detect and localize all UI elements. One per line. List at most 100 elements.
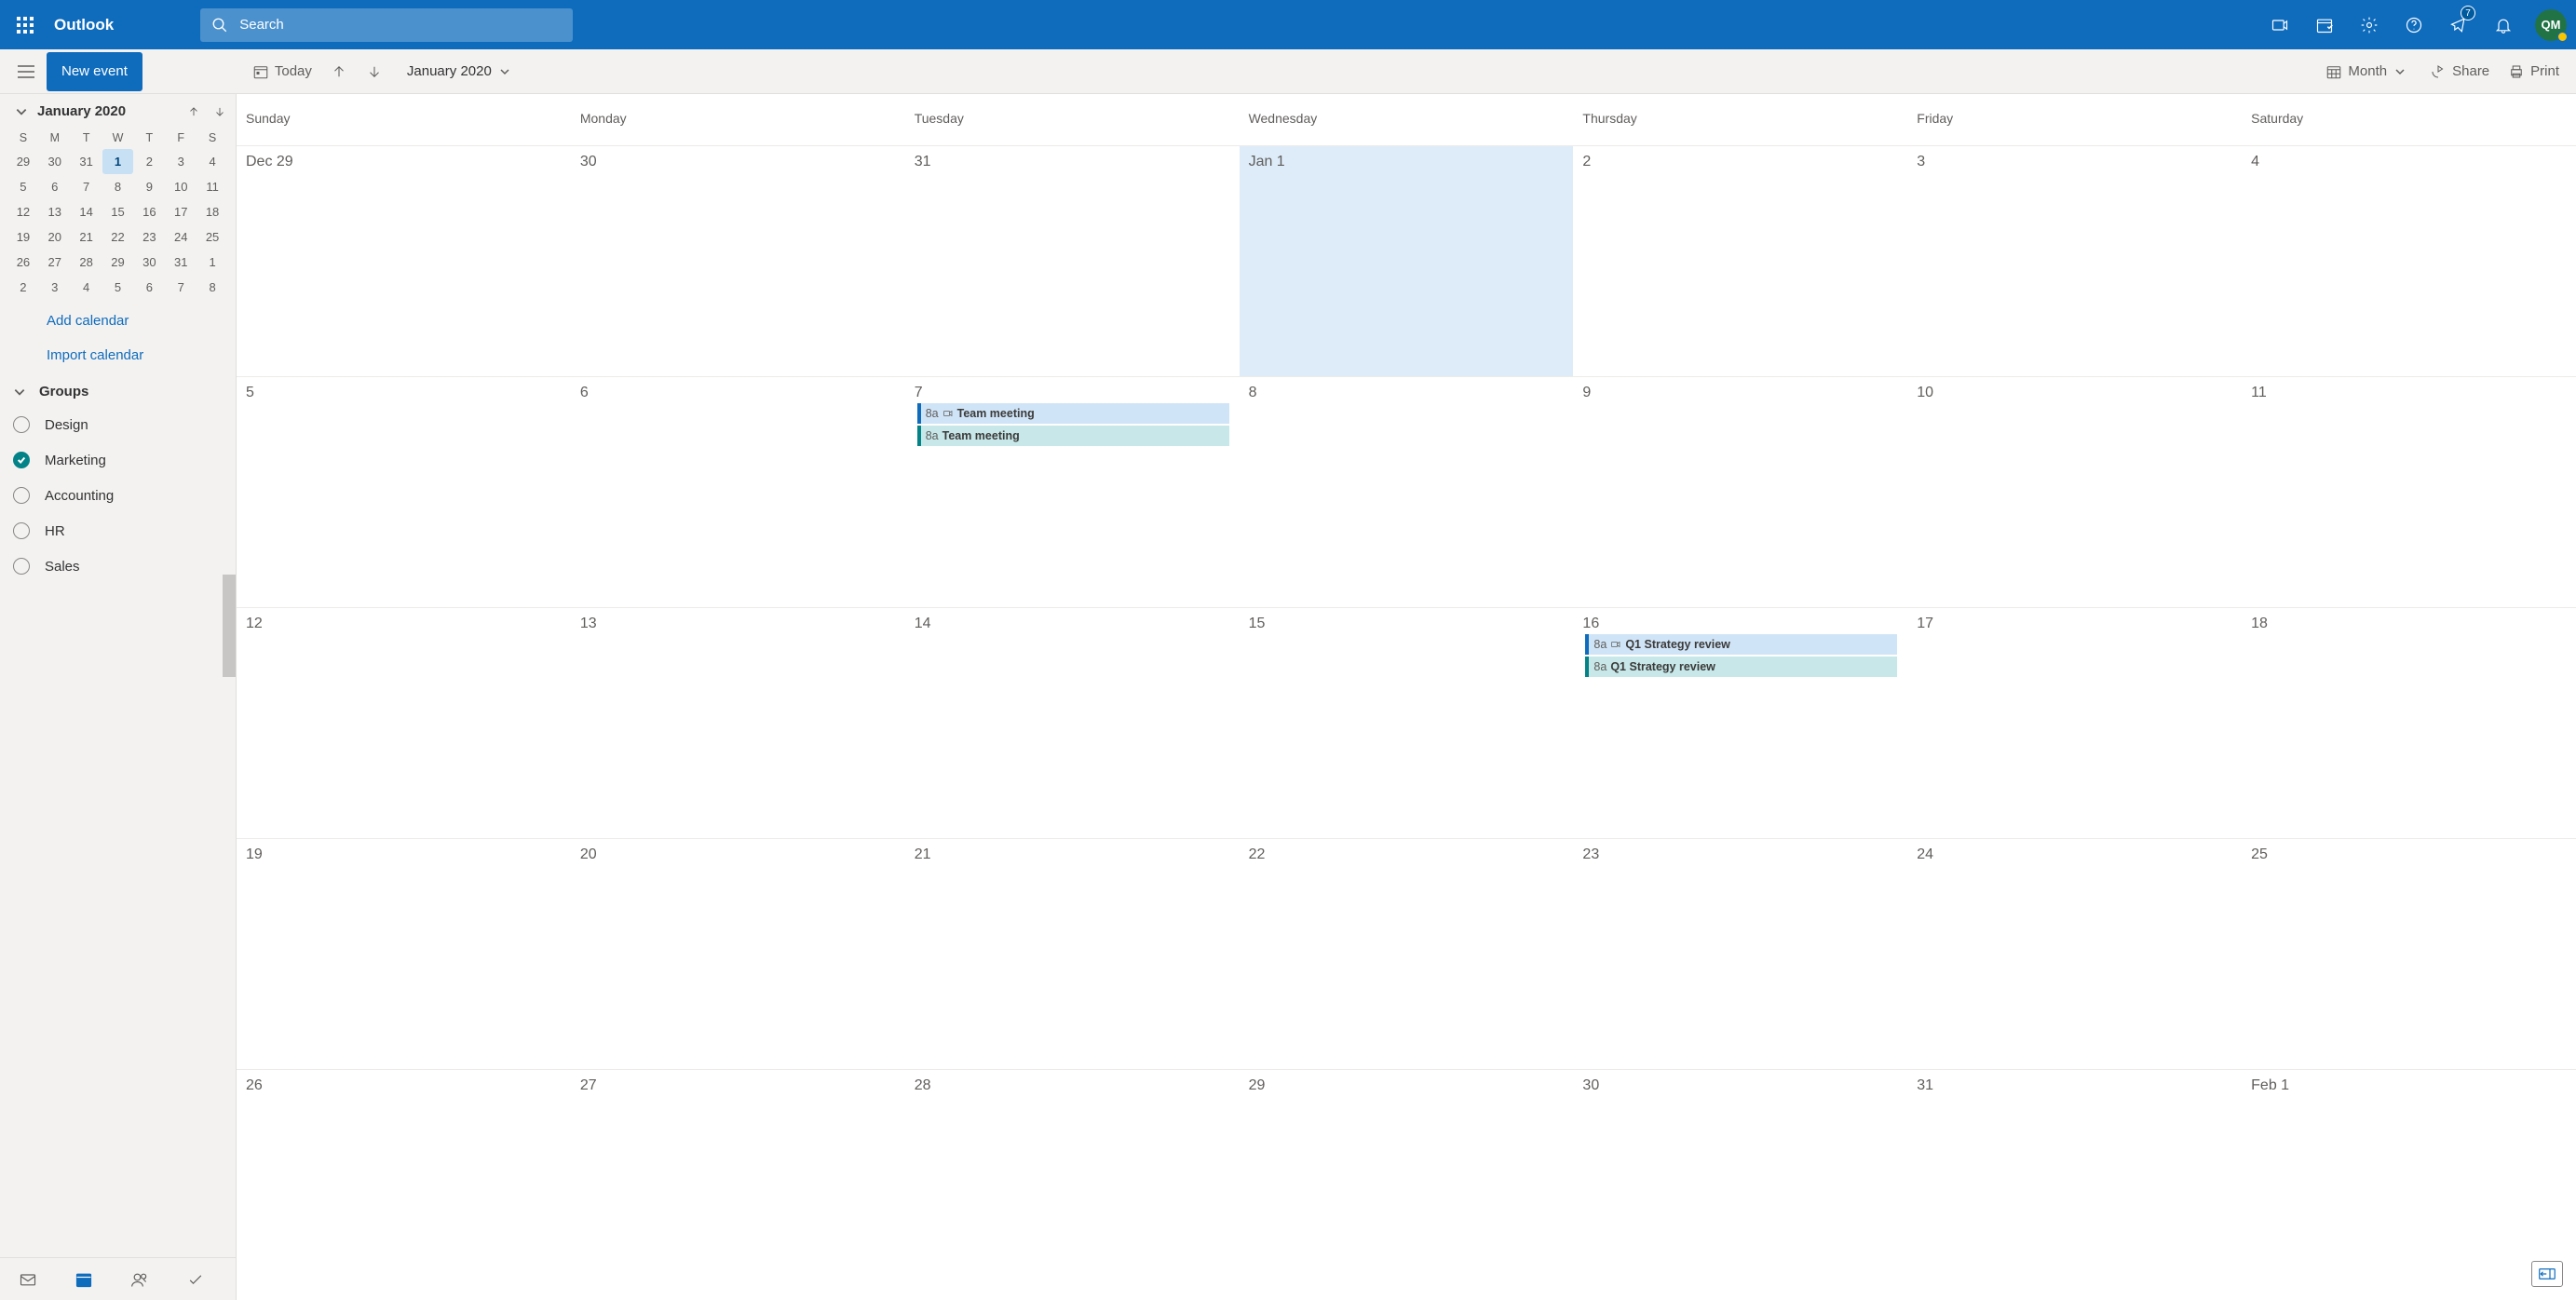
calendar-list-item[interactable]: HR <box>0 513 236 548</box>
search-box[interactable]: Search <box>200 8 573 42</box>
mini-cal-day[interactable]: 29 <box>7 149 39 174</box>
mini-cal-day[interactable]: 3 <box>165 149 197 174</box>
calendar-day-cell[interactable]: 22 <box>1240 839 1574 1069</box>
calendar-day-cell[interactable]: 4 <box>2242 146 2576 376</box>
mini-cal-day[interactable]: 4 <box>71 275 102 300</box>
print-button[interactable]: Print <box>2508 49 2559 93</box>
mini-cal-day[interactable]: 7 <box>165 275 197 300</box>
share-button[interactable]: Share <box>2430 49 2489 93</box>
mini-cal-day[interactable]: 25 <box>197 224 228 250</box>
people-module-icon[interactable] <box>130 1270 149 1289</box>
calendar-day-cell[interactable]: 15 <box>1240 608 1574 838</box>
view-mode-picker[interactable]: Month <box>2325 49 2411 93</box>
mini-cal-day[interactable]: 5 <box>7 174 39 199</box>
mini-cal-day[interactable]: 31 <box>71 149 102 174</box>
toggle-pane-button[interactable] <box>2531 1261 2563 1287</box>
mini-cal-day[interactable]: 2 <box>7 275 39 300</box>
import-calendar-link[interactable]: Import calendar <box>0 338 236 372</box>
calendar-day-cell[interactable]: 11 <box>2242 377 2576 607</box>
mini-cal-day[interactable]: 3 <box>39 275 71 300</box>
calendar-day-cell[interactable]: 3 <box>1907 146 2242 376</box>
mini-cal-day[interactable]: 6 <box>133 275 165 300</box>
month-picker[interactable]: January 2020 <box>407 63 510 79</box>
calendar-day-cell[interactable]: 31 <box>1907 1070 2242 1300</box>
mini-cal-day[interactable]: 12 <box>7 199 39 224</box>
calendar-day-cell[interactable]: 30 <box>1573 1070 1907 1300</box>
app-launcher-icon[interactable] <box>0 0 50 49</box>
mini-cal-day[interactable]: 18 <box>197 199 228 224</box>
calendar-toggle-icon[interactable] <box>13 558 30 575</box>
mini-cal-day[interactable]: 24 <box>165 224 197 250</box>
tasks-module-icon[interactable] <box>186 1270 205 1289</box>
mini-cal-day[interactable]: 26 <box>7 250 39 275</box>
calendar-day-cell[interactable]: 24 <box>1907 839 2242 1069</box>
calendar-day-cell[interactable]: 5 <box>237 377 571 607</box>
calendar-list-item[interactable]: Marketing <box>0 442 236 478</box>
mini-cal-next-icon[interactable] <box>213 105 226 118</box>
settings-icon[interactable] <box>2347 0 2392 49</box>
mini-cal-day[interactable]: 30 <box>39 149 71 174</box>
mini-cal-day[interactable]: 8 <box>197 275 228 300</box>
prev-period-button[interactable] <box>331 49 347 93</box>
calendar-toggle-icon[interactable] <box>13 522 30 539</box>
mail-module-icon[interactable] <box>19 1270 37 1289</box>
mini-cal-day[interactable]: 9 <box>133 174 165 199</box>
calendar-module-icon[interactable] <box>75 1270 93 1289</box>
mini-cal-day[interactable]: 14 <box>71 199 102 224</box>
calendar-list-item[interactable]: Sales <box>0 548 236 584</box>
groups-header[interactable]: Groups <box>0 372 236 407</box>
calendar-day-cell[interactable]: 13 <box>571 608 905 838</box>
mini-cal-day[interactable]: 15 <box>102 199 134 224</box>
today-button[interactable]: Today <box>252 49 312 93</box>
calendar-day-cell[interactable]: 10 <box>1907 377 2242 607</box>
mini-cal-day[interactable]: 29 <box>102 250 134 275</box>
calendar-event[interactable]: 8aQ1 Strategy review <box>1585 634 1897 655</box>
new-event-button[interactable]: New event <box>47 52 142 91</box>
outlook-today-icon[interactable] <box>2302 0 2347 49</box>
mini-cal-day[interactable]: 22 <box>102 224 134 250</box>
calendar-day-cell[interactable]: 31 <box>905 146 1240 376</box>
mini-cal-day[interactable]: 13 <box>39 199 71 224</box>
calendar-list-item[interactable]: Design <box>0 407 236 442</box>
calendar-day-cell[interactable]: 20 <box>571 839 905 1069</box>
calendar-day-cell[interactable]: 30 <box>571 146 905 376</box>
sidebar-scroll-thumb[interactable] <box>223 575 236 677</box>
calendar-event[interactable]: 8aQ1 Strategy review <box>1585 657 1897 677</box>
teams-call-icon[interactable] <box>2257 0 2302 49</box>
calendar-day-cell[interactable]: 12 <box>237 608 571 838</box>
mini-cal-prev-icon[interactable] <box>187 105 200 118</box>
next-period-button[interactable] <box>366 49 383 93</box>
calendar-day-cell[interactable]: 17 <box>1907 608 2242 838</box>
mini-cal-day[interactable]: 2 <box>133 149 165 174</box>
mini-cal-day[interactable]: 31 <box>165 250 197 275</box>
calendar-day-cell[interactable]: 9 <box>1573 377 1907 607</box>
mini-cal-day[interactable]: 1 <box>102 149 134 174</box>
feedback-icon[interactable]: 7 <box>2436 0 2481 49</box>
calendar-event[interactable]: 8aTeam meeting <box>917 426 1229 446</box>
calendar-day-cell[interactable]: 23 <box>1573 839 1907 1069</box>
mini-cal-day[interactable]: 16 <box>133 199 165 224</box>
calendar-day-cell[interactable]: 2 <box>1573 146 1907 376</box>
calendar-list-item[interactable]: Accounting <box>0 478 236 513</box>
calendar-day-cell[interactable]: Jan 1 <box>1240 146 1574 376</box>
calendar-day-cell[interactable]: 8 <box>1240 377 1574 607</box>
calendar-day-cell[interactable]: 21 <box>905 839 1240 1069</box>
mini-cal-day[interactable]: 21 <box>71 224 102 250</box>
mini-cal-day[interactable]: 28 <box>71 250 102 275</box>
calendar-day-cell[interactable]: 168aQ1 Strategy review8aQ1 Strategy revi… <box>1573 608 1907 838</box>
mini-cal-day[interactable]: 20 <box>39 224 71 250</box>
mini-cal-day[interactable]: 5 <box>102 275 134 300</box>
mini-cal-day[interactable]: 6 <box>39 174 71 199</box>
calendar-day-cell[interactable]: 28 <box>905 1070 1240 1300</box>
calendar-day-cell[interactable]: 25 <box>2242 839 2576 1069</box>
nav-toggle-icon[interactable] <box>7 53 45 90</box>
mini-cal-day[interactable]: 17 <box>165 199 197 224</box>
calendar-toggle-icon[interactable] <box>13 452 30 468</box>
mini-cal-day[interactable]: 23 <box>133 224 165 250</box>
add-calendar-link[interactable]: Add calendar <box>0 304 236 338</box>
chevron-down-icon[interactable] <box>15 105 28 118</box>
mini-cal-day[interactable]: 30 <box>133 250 165 275</box>
mini-cal-day[interactable]: 10 <box>165 174 197 199</box>
calendar-day-cell[interactable]: 78aTeam meeting8aTeam meeting <box>905 377 1240 607</box>
mini-cal-day[interactable]: 19 <box>7 224 39 250</box>
